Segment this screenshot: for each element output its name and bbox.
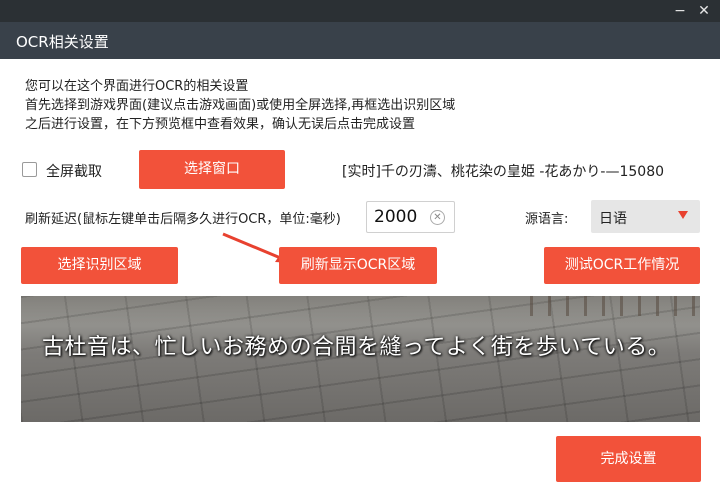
clear-icon[interactable]: ✕	[430, 210, 445, 225]
fullscreen-label[interactable]: 全屏截取	[46, 161, 102, 181]
refresh-delay-label: 刷新延迟(鼠标左键单击后隔多久进行OCR，单位:毫秒)	[25, 212, 341, 227]
select-window-button[interactable]: 选择窗口	[139, 150, 285, 189]
select-region-button[interactable]: 选择识别区域	[21, 247, 178, 284]
instruction-line-1: 您可以在这个界面进行OCR的相关设置	[25, 79, 249, 94]
caret-down-icon[interactable]	[678, 211, 688, 219]
dialog-title: OCR相关设置	[16, 33, 109, 51]
preview-text: 古杜音は、忙しいお務めの合間を縫ってよく街を歩いている。	[42, 335, 671, 360]
instruction-line-2: 首先选择到游戏界面(建议点击游戏画面)或使用全屏选择,再框选出识别区域	[25, 98, 456, 113]
refresh-delay-value[interactable]: 2000	[374, 207, 417, 227]
preview-chairs	[530, 296, 700, 316]
window-chrome-bar	[0, 0, 720, 22]
fullscreen-checkbox[interactable]	[22, 162, 37, 177]
refresh-region-button[interactable]: 刷新显示OCR区域	[279, 247, 437, 284]
dialog-titlebar: OCR相关设置	[0, 22, 720, 59]
finish-button[interactable]: 完成设置	[556, 436, 701, 482]
instruction-line-3: 之后进行设置，在下方预览框中查看效果，确认无误后点击完成设置	[25, 117, 416, 132]
source-language-value[interactable]: 日语	[599, 208, 627, 228]
instructions: 您可以在这个界面进行OCR的相关设置 首先选择到游戏界面(建议点击游戏画面)或使…	[25, 77, 455, 134]
test-ocr-button[interactable]: 测试OCR工作情况	[544, 247, 700, 284]
ocr-preview: 古杜音は、忙しいお務めの合間を縫ってよく街を歩いている。	[21, 296, 700, 422]
minimize-icon[interactable]: −	[668, 0, 692, 22]
refresh-delay-input[interactable]: 2000 ✕	[366, 201, 455, 233]
source-language-select[interactable]: 日语	[591, 200, 700, 233]
selected-window-title: [实时]千の刃濤、桃花染の皇姫 -花あかり-—15080	[342, 164, 665, 180]
close-icon[interactable]: ✕	[692, 0, 716, 22]
source-language-label: 源语言:	[525, 212, 569, 227]
